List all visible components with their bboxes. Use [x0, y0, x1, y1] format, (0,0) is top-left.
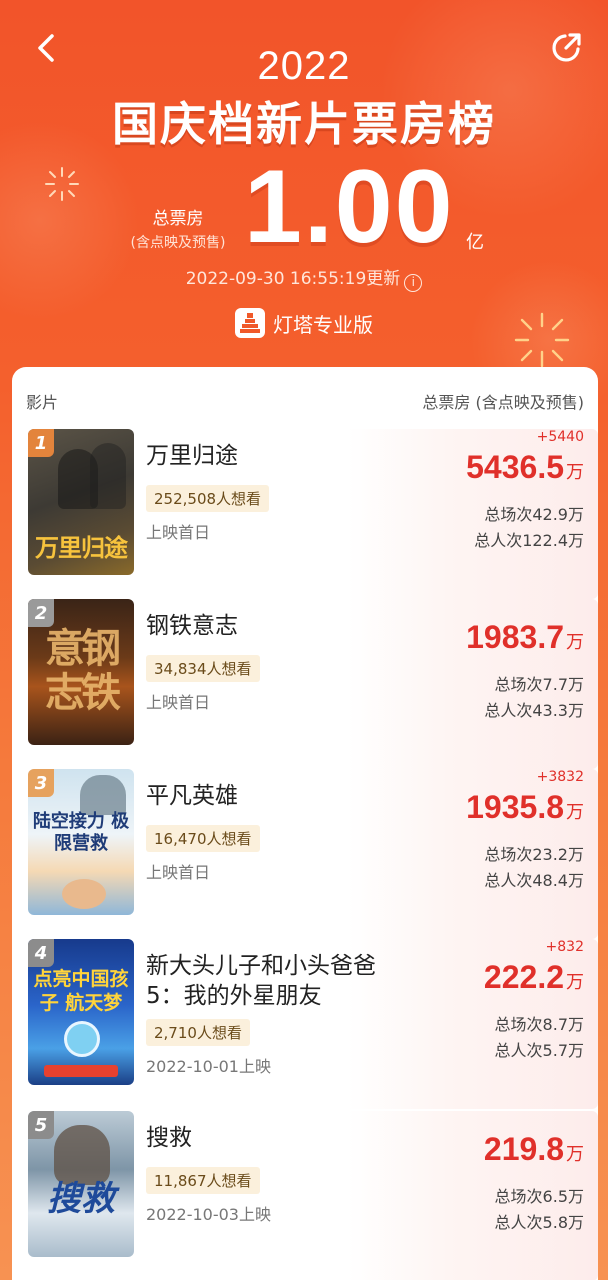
movie-title[interactable]: 钢铁意志	[146, 611, 396, 641]
year-label: 2022	[257, 44, 351, 88]
box-office-number: 5436.5	[466, 449, 564, 485]
total-sessions: 总场次23.2万	[484, 845, 584, 864]
movie-row[interactable]: 意钢志铁 2 钢铁意志 34,834人想看 上映首日 1983.7 万 总场次7.…	[12, 599, 598, 769]
poster-title: 陆空接力 极限营救	[32, 811, 130, 854]
column-header-film: 影片	[26, 393, 59, 412]
box-office-unit: 万	[566, 972, 584, 992]
total-viewers: 总人次5.7万	[494, 1041, 584, 1060]
want-to-see-badge: 2,710人想看	[146, 1019, 250, 1046]
movie-poster[interactable]: 万里归途 1	[28, 429, 134, 575]
page-title: 国庆档新片票房榜	[112, 97, 496, 151]
movie-row[interactable]: 万里归途 1 万里归途 252,508人想看 上映首日 +5440 5436.5…	[12, 429, 598, 599]
box-office-unit: 万	[566, 1144, 584, 1164]
box-office-number: 1935.8	[466, 789, 564, 825]
update-time-text: 2022-09-30 16:55:19更新	[185, 269, 401, 289]
box-office-number: 219.8	[483, 1131, 564, 1167]
box-office-value: 1983.7 万	[466, 619, 584, 656]
movie-row[interactable]: 点亮中国孩子 航天梦 4 新大头儿子和小头爸爸5：我的外星朋友 2,710人想看…	[12, 939, 598, 1109]
brand-name: 灯塔专业版	[273, 312, 373, 337]
box-office-unit: 万	[566, 632, 584, 652]
firework-icon	[45, 167, 79, 201]
box-office-delta: +832	[545, 939, 584, 955]
box-office-delta: +5440	[536, 429, 584, 445]
rank-badge: 4	[28, 939, 54, 967]
want-to-see-badge: 11,867人想看	[146, 1167, 260, 1194]
movie-title[interactable]: 万里归途	[146, 441, 396, 471]
rank-badge: 3	[28, 769, 54, 797]
box-office-value: 219.8 万	[484, 1131, 584, 1168]
box-office-value: 5436.5 万	[466, 449, 584, 486]
total-box-office-value: 1.00	[244, 149, 455, 265]
want-to-see-badge: 16,470人想看	[146, 825, 260, 852]
release-status: 上映首日	[146, 863, 211, 882]
movie-row[interactable]: 陆空接力 极限营救 3 平凡英雄 16,470人想看 上映首日 +3832 19…	[12, 769, 598, 939]
rank-badge: 1	[28, 429, 54, 457]
total-sessions: 总场次8.7万	[494, 1015, 584, 1034]
total-viewers: 总人次43.3万	[484, 701, 584, 720]
info-icon[interactable]: i	[404, 274, 423, 292]
brand: 灯塔专业版	[0, 308, 608, 338]
movie-poster[interactable]: 意钢志铁 2	[28, 599, 134, 745]
box-office-number: 222.2	[483, 959, 564, 995]
movie-title[interactable]: 平凡英雄	[146, 781, 396, 811]
box-office-number: 1983.7	[466, 619, 564, 655]
total-box-office-label: 总票房	[152, 209, 204, 229]
movie-title[interactable]: 搜救	[146, 1123, 396, 1153]
total-viewers: 总人次48.4万	[484, 871, 584, 890]
release-status: 2022-10-03上映	[146, 1205, 271, 1224]
box-office-value: 222.2 万	[484, 959, 584, 996]
release-status: 2022-10-01上映	[146, 1057, 271, 1076]
brand-logo-icon	[235, 308, 265, 338]
rank-badge: 5	[28, 1111, 54, 1139]
box-office-unit: 万	[566, 802, 584, 822]
movie-poster[interactable]: 点亮中国孩子 航天梦 4	[28, 939, 134, 1085]
box-office-value: 1935.8 万	[466, 789, 584, 826]
poster-title: 万里归途	[35, 534, 128, 562]
movie-title[interactable]: 新大头儿子和小头爸爸5：我的外星朋友	[146, 951, 396, 1011]
column-header-box-office: 总票房 (含点映及预售)	[422, 393, 584, 412]
release-status: 上映首日	[146, 693, 211, 712]
want-to-see-badge: 252,508人想看	[146, 485, 270, 512]
ranking-card: 影片 总票房 (含点映及预售) 万里归途 1 万里归途 252,508人想看 上…	[12, 367, 598, 1280]
poster-title: 意钢志铁	[45, 626, 121, 716]
box-office-unit: 万	[566, 462, 584, 482]
total-box-office-sublabel: (含点映及预售)	[130, 235, 226, 251]
update-time: 2022-09-30 16:55:19更新 i	[0, 264, 608, 292]
poster-title: 搜救	[47, 1179, 115, 1219]
rank-badge: 2	[28, 599, 54, 627]
release-status: 上映首日	[146, 523, 211, 542]
total-viewers: 总人次122.4万	[474, 531, 584, 550]
want-to-see-badge: 34,834人想看	[146, 655, 260, 682]
movie-poster[interactable]: 搜救 5	[28, 1111, 134, 1257]
poster-title: 点亮中国孩子 航天梦	[33, 968, 129, 1014]
total-sessions: 总场次7.7万	[494, 675, 584, 694]
box-office-delta: +3832	[536, 769, 584, 785]
movie-poster[interactable]: 陆空接力 极限营救 3	[28, 769, 134, 915]
total-sessions: 总场次42.9万	[484, 505, 584, 524]
total-sessions: 总场次6.5万	[494, 1187, 584, 1206]
movie-row[interactable]: 搜救 5 搜救 11,867人想看 2022-10-03上映 219.8 万 总场…	[12, 1111, 598, 1280]
header: 2022 国庆档新片票房榜 总票房 (含点映及预售) 1.00 亿 2022-0…	[0, 0, 608, 420]
total-viewers: 总人次5.8万	[494, 1213, 584, 1232]
total-box-office-unit: 亿	[466, 232, 484, 253]
